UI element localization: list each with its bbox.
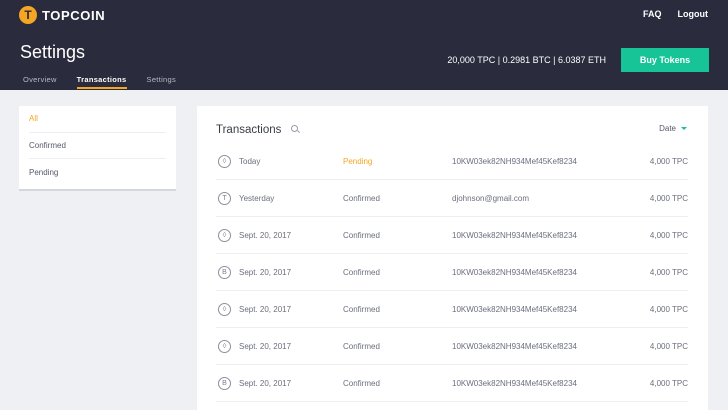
bitcoin-icon: B — [218, 265, 231, 279]
transaction-address: 10KW03ek82NH934Mef45Kef8234 — [452, 230, 577, 240]
transaction-amount: 4,000 TPC — [649, 378, 688, 388]
transaction-row[interactable]: B Sept. 20, 2017 Confirmed 10KW03ek82NH934M… — [216, 365, 688, 402]
search-icon[interactable] — [291, 125, 301, 135]
top-bar: T TOPCOIN FAQ Logout Settings 20,000 TPC… — [0, 0, 728, 90]
transaction-amount: 4,000 TPC — [649, 267, 688, 277]
transaction-date: Sept. 20, 2017 — [239, 230, 292, 240]
transaction-date: Sept. 20, 2017 — [239, 341, 292, 351]
transaction-date: Today — [239, 156, 261, 166]
transactions-panel: Transactions Date ◊ Today Pending 10KW03ek8… — [197, 106, 708, 410]
ethereum-icon: ◊ — [218, 339, 231, 353]
transaction-status: Confirmed — [343, 267, 380, 277]
filter-all[interactable]: All — [29, 106, 166, 133]
transaction-amount: 4,000 TPC — [649, 341, 688, 351]
settings-tabs: Overview Transactions Settings — [23, 75, 196, 89]
balance-summary: 20,000 TPC | 0.2981 BTC | 6.0387 ETH — [447, 55, 606, 65]
top-nav: FAQ Logout — [643, 9, 708, 19]
transaction-status: Pending — [343, 156, 373, 166]
sort-label: Date — [659, 124, 676, 133]
transaction-address: 10KW03ek82NH934Mef45Kef8234 — [452, 304, 577, 314]
logout-link[interactable]: Logout — [678, 9, 709, 19]
transaction-status: Confirmed — [343, 378, 380, 388]
transaction-address: 10KW03ek82NH934Mef45Kef8234 — [452, 341, 577, 351]
transaction-row[interactable]: ◊ Sept. 20, 2017 Confirmed 10KW03ek82NH934M… — [216, 328, 688, 365]
topcoin-icon: T — [218, 191, 231, 205]
transaction-list: ◊ Today Pending 10KW03ek82NH934Mef45Kef8234… — [216, 143, 688, 402]
transaction-address: 10KW03ek82NH934Mef45Kef8234 — [452, 267, 577, 277]
panel-title: Transactions — [216, 124, 301, 136]
topcoin-logo-icon: T — [19, 6, 37, 24]
date-sort-dropdown[interactable]: Date — [659, 124, 687, 133]
transaction-address: 10KW03ek82NH934Mef45Kef8234 — [452, 378, 577, 388]
transaction-date: Sept. 20, 2017 — [239, 304, 292, 314]
ethereum-icon: ◊ — [218, 302, 231, 316]
bitcoin-icon: B — [218, 376, 231, 390]
filter-confirmed[interactable]: Confirmed — [29, 133, 166, 160]
transaction-amount: 4,000 TPC — [649, 230, 688, 240]
transaction-status: Confirmed — [343, 341, 380, 351]
faq-link[interactable]: FAQ — [643, 9, 662, 19]
page-title: Settings — [20, 42, 86, 62]
transaction-date: Sept. 20, 2017 — [239, 267, 292, 277]
transaction-row[interactable]: ◊ Sept. 20, 2017 Confirmed 10KW03ek82NH934M… — [216, 291, 688, 328]
tab-transactions[interactable]: Transactions — [76, 75, 127, 89]
transaction-address: djohnson@gmail.com — [452, 193, 530, 203]
transaction-row[interactable]: B Sept. 20, 2017 Confirmed 10KW03ek82NH934M… — [216, 254, 688, 291]
buy-tokens-button[interactable]: Buy Tokens — [621, 48, 709, 72]
transaction-date: Sept. 20, 2017 — [239, 378, 292, 388]
caret-down-icon — [681, 127, 687, 130]
transaction-status: Confirmed — [343, 304, 380, 314]
transaction-status: Confirmed — [343, 230, 380, 240]
transaction-status: Confirmed — [343, 193, 380, 203]
tab-overview[interactable]: Overview — [23, 75, 57, 88]
transaction-row[interactable]: ◊ Sept. 20, 2017 Confirmed 10KW03ek82NH934M… — [216, 217, 688, 254]
ethereum-icon: ◊ — [218, 228, 231, 242]
transaction-amount: 4,000 TPC — [649, 304, 688, 314]
transaction-row[interactable]: ◊ Today Pending 10KW03ek82NH934Mef45Kef8234… — [216, 143, 688, 180]
transaction-date: Yesterday — [239, 193, 275, 203]
logo[interactable]: T TOPCOIN — [19, 6, 105, 24]
transaction-amount: 4,000 TPC — [649, 193, 688, 203]
ethereum-icon: ◊ — [218, 154, 231, 168]
transaction-amount: 4,000 TPC — [649, 156, 688, 166]
transaction-address: 10KW03ek82NH934Mef45Kef8234 — [452, 156, 577, 166]
transaction-filters: All Confirmed Pending — [19, 106, 176, 191]
filter-pending[interactable]: Pending — [29, 159, 166, 186]
brand-name: TOPCOIN — [42, 7, 106, 23]
panel-title-text: Transactions — [216, 124, 282, 136]
transaction-row[interactable]: T Yesterday Confirmed djohnson@gmail.com 4,0… — [216, 180, 688, 217]
tab-settings[interactable]: Settings — [147, 75, 177, 88]
